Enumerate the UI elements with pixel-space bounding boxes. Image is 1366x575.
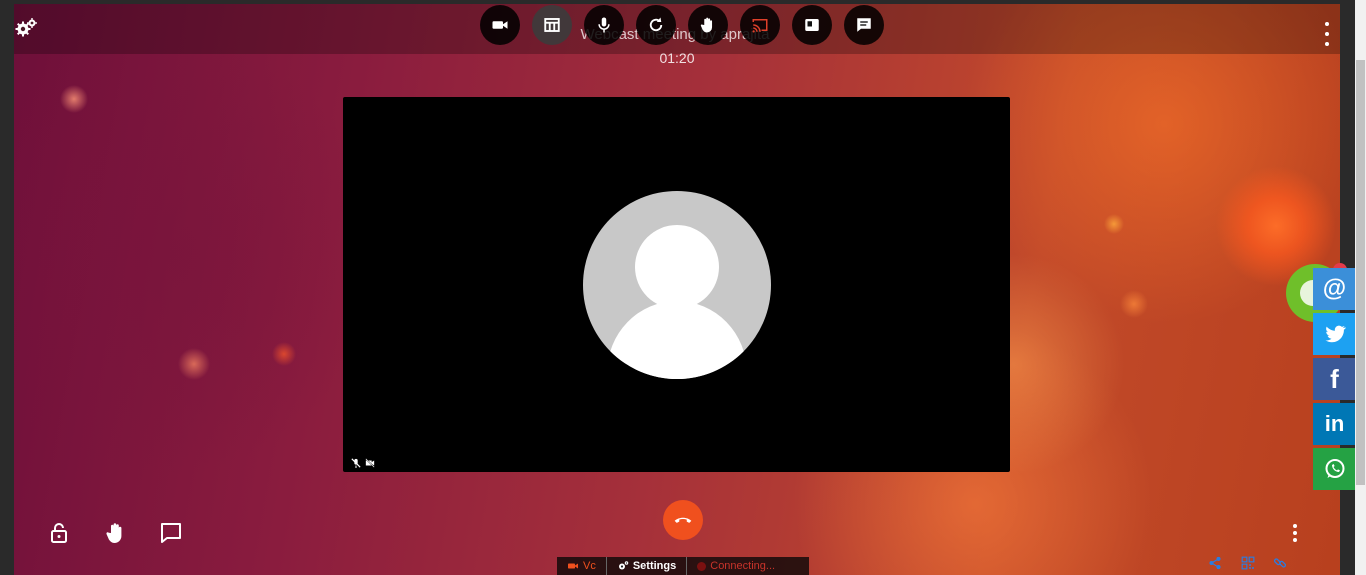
chat-outline-icon: [161, 523, 181, 543]
screen-share-button[interactable]: [792, 5, 832, 45]
linkedin-icon: in: [1324, 411, 1345, 436]
video-status-indicators: [351, 458, 375, 468]
social-share-panel: @ f in: [1313, 268, 1356, 490]
gear-icon: [618, 561, 629, 570]
hang-up-button[interactable]: [663, 500, 703, 540]
status-bar: Vc Settings Connecting...: [557, 557, 809, 575]
copy-link-button[interactable]: [1273, 556, 1287, 570]
top-more-menu-button[interactable]: [1320, 22, 1334, 46]
settings-link[interactable]: Settings: [607, 557, 688, 575]
meeting-toolbar: [480, 5, 884, 45]
refresh-button[interactable]: [636, 5, 676, 45]
bottom-more-menu-button[interactable]: [1288, 524, 1302, 542]
vc-toggle[interactable]: Vc: [557, 557, 607, 575]
video-camera-button[interactable]: [480, 5, 520, 45]
lock-button[interactable]: [47, 521, 71, 545]
phone-hangup-icon: [674, 517, 692, 523]
connection-indicator-dot: [697, 561, 707, 571]
participant-avatar: [583, 191, 771, 379]
lock-open-icon: [51, 523, 67, 543]
settings-label: Settings: [632, 560, 677, 572]
qr-code-icon: [1241, 556, 1255, 570]
raise-hand-icon: [106, 523, 122, 543]
video-camera-icon: [492, 21, 508, 29]
facebook-icon: f: [1330, 363, 1339, 394]
meeting-timer: 01:20: [659, 50, 695, 66]
microphone-icon: [598, 17, 610, 33]
vc-label: Vc: [583, 560, 596, 572]
twitter-share-button[interactable]: [1313, 313, 1356, 355]
mic-muted-icon: [351, 458, 361, 468]
link-icon: [1273, 558, 1287, 568]
raise-hand-button[interactable]: [688, 5, 728, 45]
connection-label: Connecting...: [710, 560, 776, 572]
camera-off-icon: [365, 458, 375, 468]
facebook-share-button[interactable]: f: [1313, 358, 1356, 400]
page-scrollbar-thumb[interactable]: [1356, 60, 1365, 485]
screen-share-icon: [805, 19, 819, 31]
share-link-button[interactable]: [1208, 556, 1222, 570]
raise-hand-bottom-button[interactable]: [104, 521, 128, 545]
twitter-icon: [1325, 325, 1346, 343]
chat-icon: [857, 18, 871, 32]
layout-button[interactable]: [532, 5, 572, 45]
video-camera-icon: [568, 563, 578, 569]
chat-button[interactable]: [844, 5, 884, 45]
whatsapp-icon: [1325, 459, 1344, 478]
cast-button[interactable]: [740, 5, 780, 45]
chat-bottom-button[interactable]: [159, 521, 183, 545]
layout-icon: [544, 18, 560, 32]
microphone-button[interactable]: [584, 5, 624, 45]
email-icon: @: [1322, 275, 1347, 302]
refresh-icon: [649, 17, 663, 32]
connection-status: Connecting...: [687, 557, 785, 575]
settings-gears-icon[interactable]: [14, 16, 38, 40]
cast-icon: [752, 19, 768, 33]
qr-code-button[interactable]: [1241, 556, 1255, 570]
participant-video-tile: [343, 97, 1010, 472]
linkedin-share-button[interactable]: in: [1313, 403, 1356, 445]
raise-hand-icon: [700, 17, 713, 33]
share-icon: [1209, 556, 1221, 570]
whatsapp-share-button[interactable]: [1313, 448, 1356, 490]
email-share-button[interactable]: @: [1313, 268, 1356, 310]
